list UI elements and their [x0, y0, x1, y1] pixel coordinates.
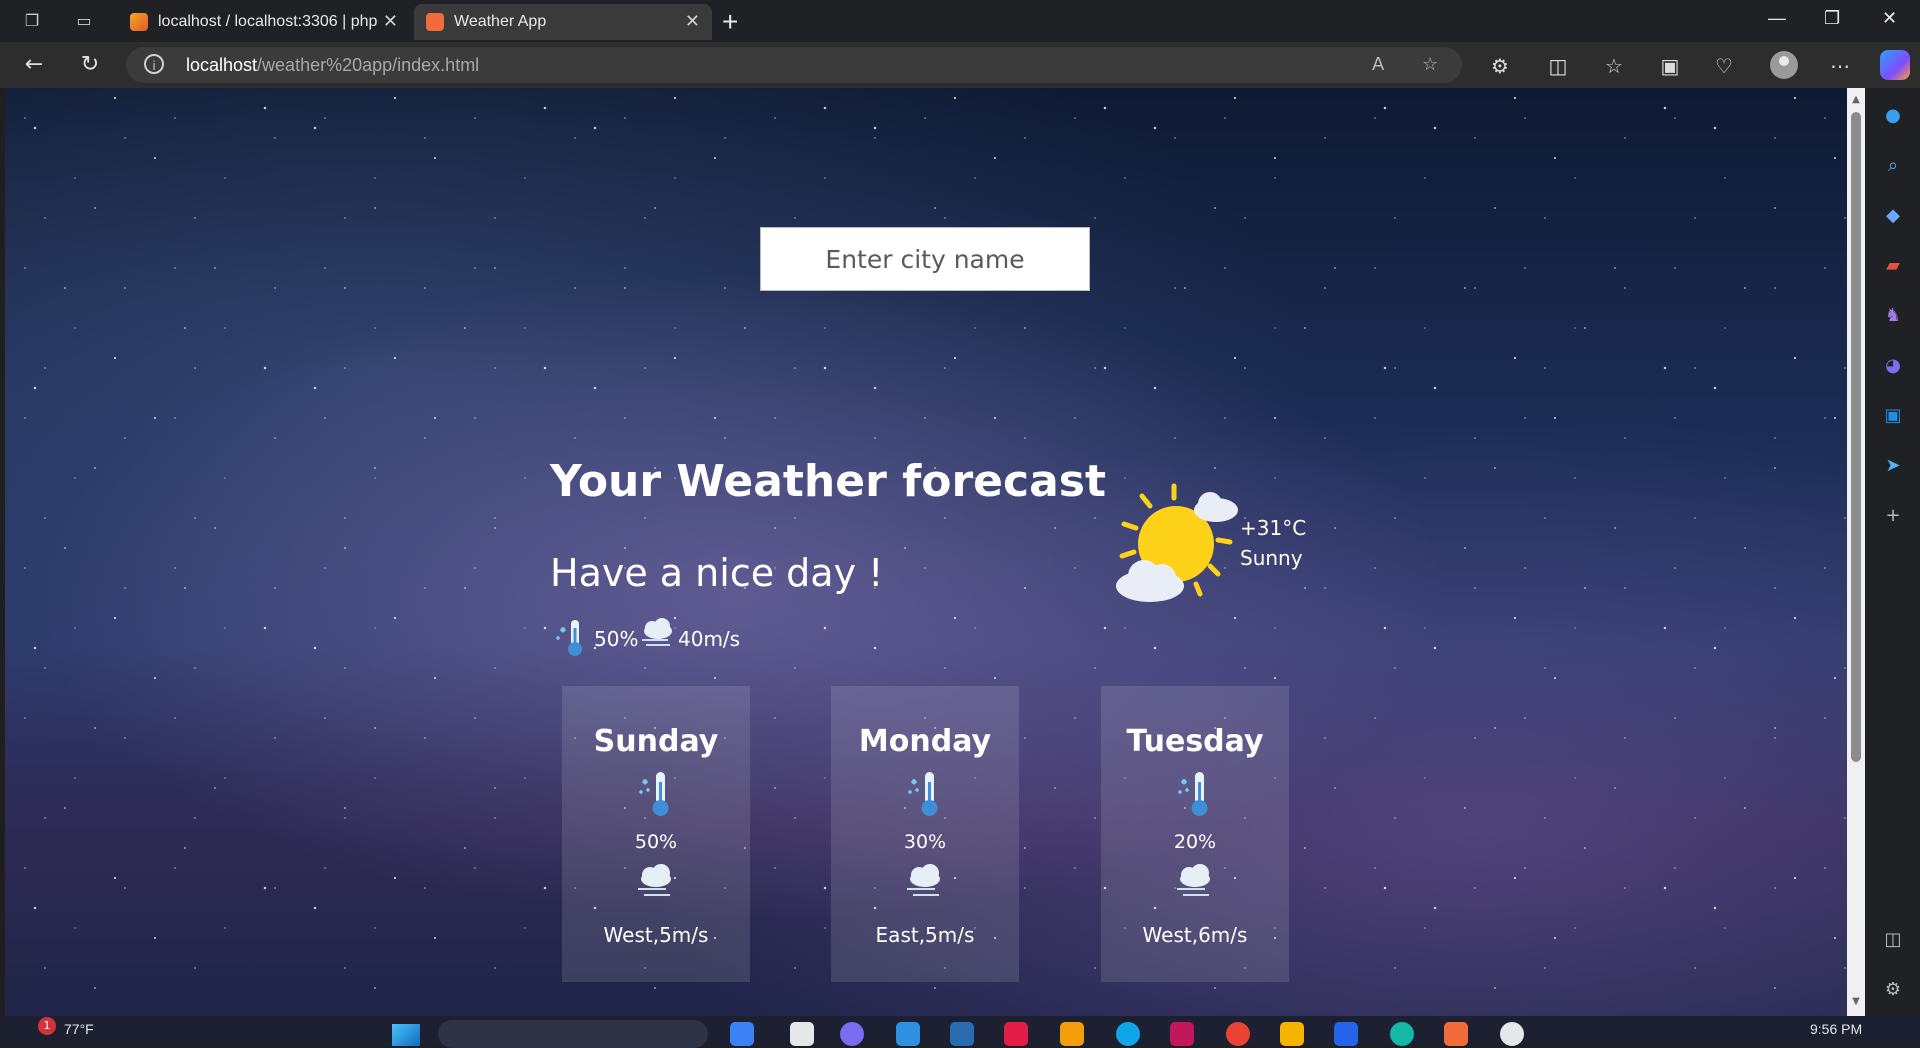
current-humidity: 50% [594, 627, 639, 651]
forecast-wind: West,6m/s [1142, 923, 1248, 947]
vscode-icon[interactable] [1334, 1022, 1358, 1046]
workspaces-icon[interactable]: ❐ [21, 10, 43, 32]
notifications-icon[interactable]: ● [1881, 104, 1905, 128]
forecast-day: Monday [858, 724, 992, 759]
city-search-input[interactable] [760, 227, 1090, 291]
address-bar-row: ← ↻ i localhost/weather%20app/index.html… [0, 42, 1920, 88]
collections-icon[interactable]: ▣ [1658, 54, 1682, 78]
forecast-card-monday: Monday 30% East,5m/s [831, 686, 1019, 982]
back-icon[interactable]: ← [20, 51, 48, 79]
copilot-icon[interactable] [1880, 50, 1910, 80]
url-bar[interactable]: i localhost/weather%20app/index.html A ☆ [126, 47, 1462, 83]
windows-start-icon[interactable] [392, 1024, 420, 1046]
forecast-wind: East,5m/s [875, 923, 975, 947]
favorite-star-icon[interactable]: ☆ [1422, 54, 1438, 75]
edge-taskbar-icon[interactable] [1116, 1022, 1140, 1046]
tools-icon[interactable]: ▰ [1881, 254, 1905, 278]
tab-label: Weather App [454, 13, 547, 30]
outlook-icon[interactable]: ▣ [1881, 404, 1905, 428]
extensions-icon[interactable]: ⚙ [1488, 54, 1512, 78]
close-window-button[interactable]: ✕ [1882, 8, 1897, 29]
humidity-thermometer-icon [1175, 770, 1215, 824]
url-text[interactable]: localhost/weather%20app/index.html [186, 55, 479, 76]
forecast-day: Tuesday [1126, 724, 1264, 759]
taskbar-app-icon[interactable] [896, 1022, 920, 1046]
close-tab-icon[interactable]: ✕ [383, 11, 398, 32]
current-weather: +31°C Sunny [1110, 480, 1340, 610]
browser-tab-bar: ❐ ▭ localhost / localhost:3306 | phpM ✕ … [0, 0, 1920, 42]
taskbar-search-box[interactable] [438, 1020, 708, 1048]
chrome-taskbar-icon[interactable] [1226, 1022, 1250, 1046]
url-host: localhost [186, 55, 258, 75]
notification-badge: 1 [38, 1017, 56, 1035]
wind-cloud-icon [1173, 864, 1217, 906]
page-title: Your Weather forecast [550, 456, 1107, 507]
tab-label: localhost / localhost:3306 | phpM [158, 13, 378, 30]
humidity-thermometer-icon [905, 770, 945, 824]
taskbar-app-icon[interactable] [730, 1022, 754, 1046]
site-info-icon[interactable]: i [144, 54, 164, 74]
forecast-card-sunday: Sunday 50% West,5m/s [562, 686, 750, 982]
refresh-icon[interactable]: ↻ [76, 51, 104, 79]
taskbar-app-icon[interactable] [1004, 1022, 1028, 1046]
current-condition: Sunny [1240, 546, 1303, 570]
taskbar-app-icon[interactable] [950, 1022, 974, 1046]
page-scrollbar[interactable]: ▲ ▼ [1847, 88, 1865, 1016]
split-screen-icon[interactable]: ◫ [1546, 54, 1570, 78]
browser-essentials-icon[interactable]: ♡ [1712, 54, 1736, 78]
more-menu-icon[interactable]: ⋯ [1828, 54, 1852, 78]
edge-sidebar: ● ⌕ ◆ ▰ ♞ ◕ ▣ ➤ + ◫ ⚙ [1865, 88, 1920, 1016]
shopping-icon[interactable]: ◆ [1881, 204, 1905, 228]
url-path: /weather%20app/index.html [257, 55, 480, 75]
taskbar-app-icon[interactable] [1060, 1022, 1084, 1046]
maximize-button[interactable]: ❐ [1824, 8, 1840, 29]
humidity-thermometer-icon [636, 770, 676, 824]
file-explorer-icon[interactable] [1280, 1022, 1304, 1046]
profile-avatar[interactable] [1770, 51, 1798, 79]
phpmyadmin-favicon-icon [130, 13, 148, 31]
forecast-humidity: 50% [634, 831, 678, 853]
humidity-thermometer-icon [554, 616, 588, 663]
sidebar-settings-icon[interactable]: ⚙ [1881, 978, 1905, 1002]
scroll-thumb[interactable] [1851, 112, 1861, 762]
tab-actions-icon[interactable]: ▭ [73, 10, 95, 32]
favorites-icon[interactable]: ☆ [1602, 54, 1626, 78]
hide-sidebar-icon[interactable]: ◫ [1881, 928, 1905, 952]
forecast-day: Sunday [593, 724, 719, 759]
greeting-text: Have a nice day ! [550, 551, 884, 595]
taskbar-app-icon[interactable] [840, 1022, 864, 1046]
taskbar-app-icon[interactable] [1170, 1022, 1194, 1046]
office-icon[interactable]: ◕ [1881, 354, 1905, 378]
forecast-humidity: 20% [1173, 831, 1217, 853]
close-tab-icon[interactable]: ✕ [685, 11, 700, 32]
tab-phpmyadmin[interactable]: localhost / localhost:3306 | phpM ✕ [118, 4, 410, 40]
taskbar-weather-temp[interactable]: 77°F [64, 1021, 94, 1037]
taskbar-app-icon[interactable] [1390, 1022, 1414, 1046]
taskbar-app-icon[interactable] [1500, 1022, 1524, 1046]
xampp-favicon-icon [426, 13, 444, 31]
forecast-card-tuesday: Tuesday 20% West,6m/s [1101, 686, 1289, 982]
windows-taskbar: 1 77°F 9:56 PM [0, 1016, 1920, 1048]
read-aloud-icon[interactable]: A [1372, 54, 1384, 75]
new-tab-button[interactable]: + [722, 6, 738, 38]
current-wind: 40m/s [678, 627, 741, 651]
games-icon[interactable]: ♞ [1881, 304, 1905, 328]
taskbar-app-icon[interactable] [790, 1022, 814, 1046]
add-sidebar-app-icon[interactable]: + [1881, 504, 1905, 528]
minimize-button[interactable]: — [1768, 8, 1786, 29]
search-icon[interactable]: ⌕ [1881, 154, 1905, 178]
taskbar-clock[interactable]: 9:56 PM [1810, 1021, 1862, 1037]
tab-weather-app[interactable]: Weather App ✕ [414, 4, 712, 40]
partly-sunny-icon [1110, 480, 1250, 614]
current-temperature: +31°C [1240, 516, 1307, 540]
telegram-icon[interactable]: ➤ [1881, 454, 1905, 478]
wind-cloud-icon [903, 864, 947, 906]
wind-cloud-icon [638, 618, 678, 657]
xampp-taskbar-icon[interactable] [1444, 1022, 1468, 1046]
wind-cloud-icon [634, 864, 678, 906]
forecast-wind: West,5m/s [603, 923, 709, 947]
scroll-down-icon[interactable]: ▼ [1850, 996, 1862, 1008]
scroll-up-icon[interactable]: ▲ [1850, 94, 1862, 106]
forecast-humidity: 30% [903, 831, 947, 853]
